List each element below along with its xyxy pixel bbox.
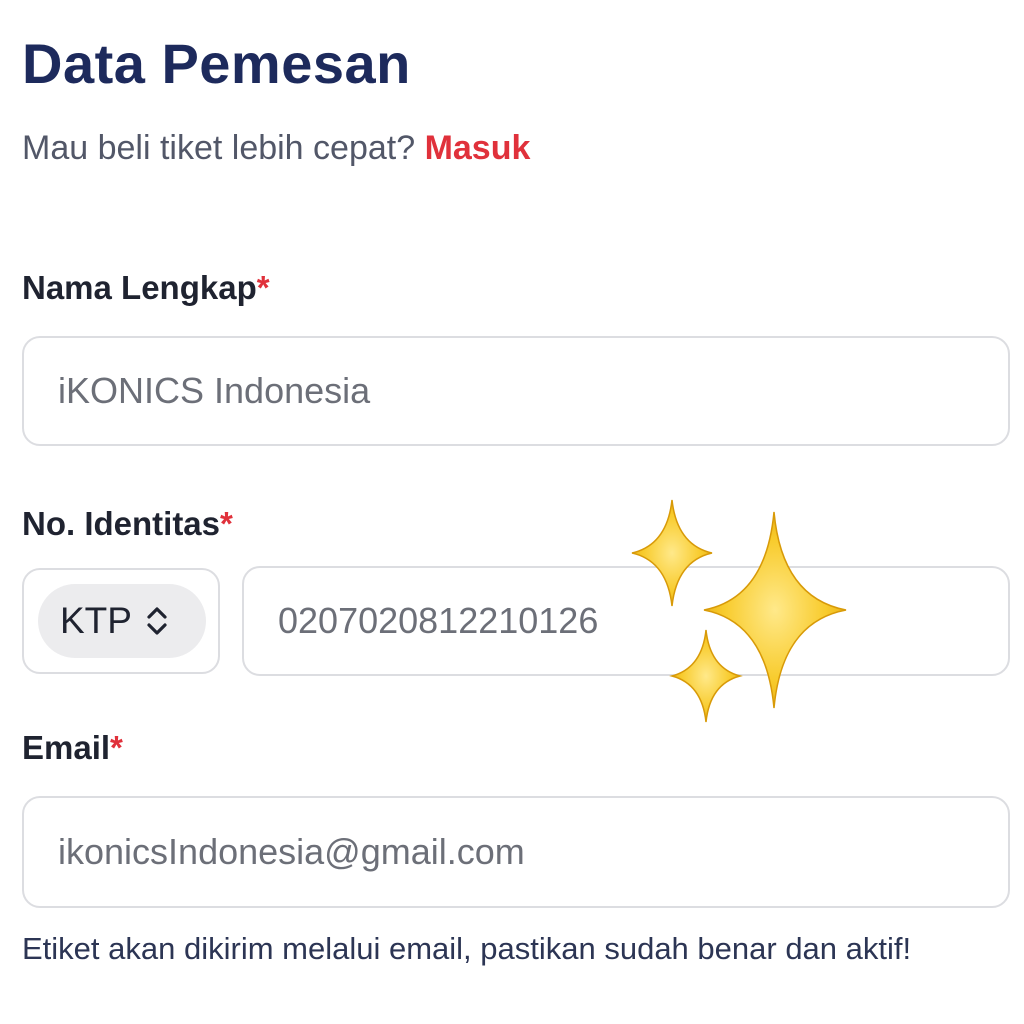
email-label: Email* — [22, 726, 123, 770]
full-name-label-text: Nama Lengkap — [22, 269, 257, 306]
email-helper-text: Etiket akan dikirim melalui email, pasti… — [22, 931, 912, 966]
chevron-up-down-icon — [147, 607, 167, 635]
identity-type-pill[interactable]: KTP — [38, 584, 206, 658]
login-link[interactable]: Masuk — [425, 129, 531, 167]
full-name-input[interactable] — [58, 370, 1008, 412]
required-mark: * — [110, 729, 123, 766]
identity-label: No. Identitas* — [22, 502, 233, 546]
full-name-label: Nama Lengkap* — [22, 266, 270, 310]
form-title: Data Pemesan — [22, 32, 411, 95]
email-label-text: Email — [22, 729, 111, 766]
required-mark: * — [220, 505, 233, 542]
required-mark: * — [256, 269, 270, 306]
login-prompt-row: Mau beli tiket lebih cepat? Masuk — [22, 126, 530, 170]
identity-type-value: KTP — [60, 600, 132, 641]
login-prompt-text: Mau beli tiket lebih cepat? — [22, 129, 416, 167]
identity-type-select[interactable]: KTP — [22, 568, 220, 674]
sparkles-icon — [631, 499, 847, 723]
booking-form-page: Data Pemesan Mau beli tiket lebih cepat?… — [0, 0, 1024, 1024]
email-input[interactable] — [58, 831, 1008, 873]
full-name-field[interactable] — [22, 336, 1010, 446]
email-field[interactable] — [22, 796, 1010, 908]
identity-label-text: No. Identitas — [22, 505, 221, 542]
